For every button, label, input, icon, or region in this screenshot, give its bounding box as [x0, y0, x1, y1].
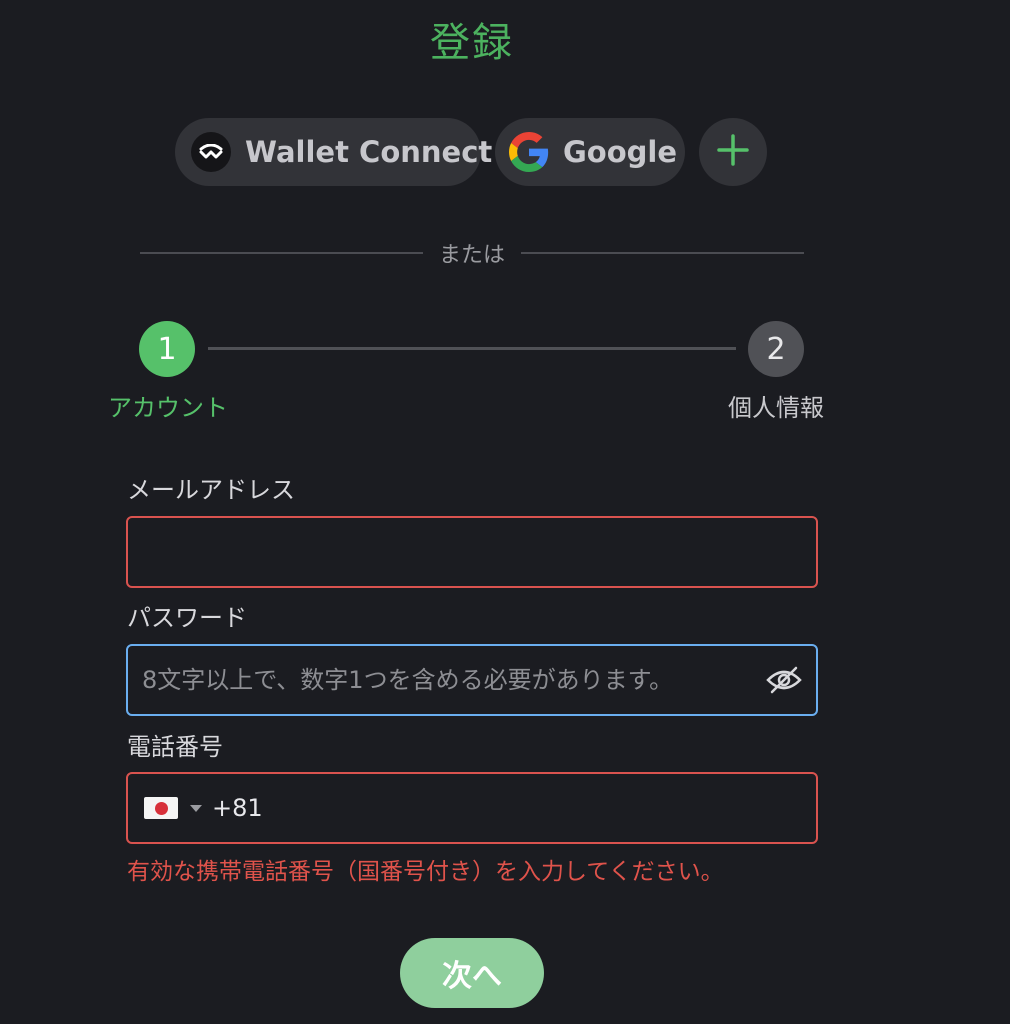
phone-label: 電話番号 [127, 733, 223, 761]
google-label: Google [563, 135, 678, 169]
step-1-indicator: 1 [139, 321, 195, 377]
social-login-row: Wallet Connect Google [175, 118, 767, 186]
email-label: メールアドレス [127, 476, 295, 504]
password-label: パスワード [127, 604, 247, 632]
or-divider: または [140, 237, 805, 269]
caret-down-icon[interactable] [190, 804, 202, 812]
dial-code: +81 [212, 794, 263, 822]
register-page: 登録 Wallet Connect Google または 1 2 アカウント 個… [0, 0, 1010, 1024]
phone-field[interactable] [262, 774, 816, 842]
divider-line-right [521, 252, 805, 254]
divider-text: または [439, 243, 506, 268]
email-field-box [126, 516, 818, 588]
email-field[interactable] [128, 518, 816, 586]
plus-icon [716, 133, 750, 171]
step-2-indicator: 2 [748, 321, 804, 377]
japan-flag-icon[interactable] [144, 797, 178, 819]
next-button[interactable]: 次へ [400, 938, 544, 1008]
more-login-options-button[interactable] [699, 118, 767, 186]
wallet-connect-button[interactable]: Wallet Connect [175, 118, 492, 186]
phone-error-message: 有効な携帯電話番号（国番号付き）を入力してください。 [127, 859, 724, 885]
walletconnect-icon [191, 132, 231, 172]
eye-slash-icon[interactable] [764, 660, 804, 700]
password-field-box [126, 644, 818, 716]
flag-circle [154, 801, 168, 815]
wallet-connect-label: Wallet Connect [245, 135, 493, 169]
stepper-connector [208, 347, 736, 350]
password-field[interactable] [128, 646, 764, 714]
google-login-button[interactable]: Google [495, 118, 685, 186]
phone-field-box: +81 [126, 772, 818, 844]
google-icon [509, 132, 549, 172]
step-2-label: 個人情報 [728, 394, 824, 422]
page-title: 登録 [430, 20, 514, 66]
divider-line-left [140, 252, 423, 254]
step-1-label: アカウント [108, 394, 228, 422]
